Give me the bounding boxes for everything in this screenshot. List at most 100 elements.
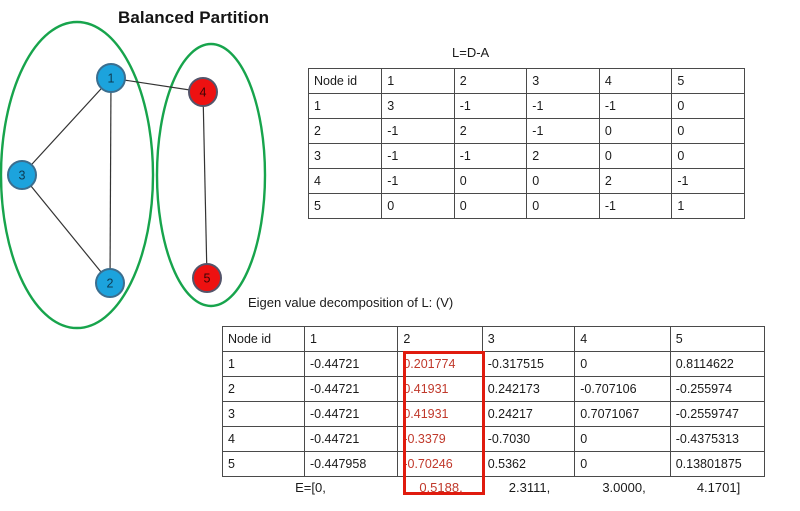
column-header: Node id bbox=[222, 326, 305, 352]
row-header-cell: 4 bbox=[307, 168, 383, 194]
table-cell: 0 bbox=[598, 118, 673, 144]
eigen-decomposition-caption: Eigen value decomposition of L: (V) bbox=[248, 295, 454, 310]
table-cell: 0 bbox=[598, 143, 673, 169]
graph-edge-2-3 bbox=[21, 174, 111, 284]
table-row: 3 -0.44721 0.41931 0.24217 0.7071067 -0.25597… bbox=[222, 401, 766, 427]
table-cell: -0.317515 bbox=[481, 351, 576, 377]
table-cell: -1 bbox=[598, 93, 673, 119]
table-cell: 0 bbox=[453, 193, 528, 219]
table-row: 4 -0.44721 -0.3379 -0.7030 0 -0.4375313 bbox=[222, 426, 766, 452]
table-cell: -0.2559747 bbox=[669, 401, 766, 427]
table-row: 2 -0.44721 0.41931 0.242173 -0.707106 -0.2559… bbox=[222, 376, 766, 402]
eigenvalue-cell-3: 3.0000, bbox=[602, 479, 646, 495]
graph-node-label-3: 3 bbox=[19, 169, 26, 183]
row-header-cell: 4 bbox=[222, 426, 305, 452]
eigenvalue-cell-2: 2.3111, bbox=[508, 479, 551, 495]
column-header: 3 bbox=[481, 326, 576, 352]
row-header-cell: 2 bbox=[222, 376, 305, 402]
row-header-cell: 3 bbox=[307, 143, 383, 169]
table-cell: 0 bbox=[453, 168, 528, 194]
graph-node-label-1: 1 bbox=[108, 72, 115, 86]
table-cell: -0.7030 bbox=[481, 426, 576, 452]
table-cell: -1 bbox=[381, 143, 455, 169]
table-cell: -0.44721 bbox=[303, 376, 399, 402]
table-row: 1 3 -1 -1 -1 0 bbox=[307, 93, 745, 119]
graph-node-label-2: 2 bbox=[107, 277, 114, 291]
table-header-row: Node id 1 2 3 4 5 bbox=[307, 68, 745, 94]
table-cell: -0.44721 bbox=[303, 401, 399, 427]
partition-diagram: 1 2 3 4 5 bbox=[0, 0, 290, 335]
table-cell: -0.44721 bbox=[303, 351, 399, 377]
table-row: 5 0 0 0 -1 1 bbox=[307, 193, 745, 219]
table-cell: -1 bbox=[453, 143, 528, 169]
graph-node-2[interactable]: 2 bbox=[95, 268, 125, 298]
table-cell: -1 bbox=[671, 168, 745, 194]
table-cell: -1 bbox=[381, 168, 455, 194]
table-row: 2 -1 2 -1 0 0 bbox=[307, 118, 745, 144]
table-cell: -1 bbox=[598, 193, 673, 219]
eigenvector-matrix-table: Node id 1 2 3 4 5 1 -0.44721 0.201774 -0.317515 0 0… bbox=[222, 326, 766, 477]
graph-edge-4-5 bbox=[202, 91, 208, 279]
table-cell: -0.255974 bbox=[669, 376, 766, 402]
graph-node-label-5: 5 bbox=[204, 272, 211, 286]
table-cell: 0 bbox=[574, 351, 671, 377]
row-header-cell: 1 bbox=[307, 93, 383, 119]
graph-edge-group bbox=[21, 77, 208, 284]
table-cell: 0 bbox=[671, 118, 745, 144]
column-header: 2 bbox=[397, 326, 483, 352]
table-cell: 2 bbox=[526, 143, 600, 169]
row-header-cell: 5 bbox=[307, 193, 383, 219]
graph-node-group: 1 2 3 4 5 bbox=[7, 63, 222, 298]
column-header: 4 bbox=[598, 68, 673, 94]
table-cell: 0 bbox=[526, 193, 600, 219]
table-row: 1 -0.44721 0.201774 -0.317515 0 0.8114622 bbox=[222, 351, 766, 377]
table-cell: 0.41931 bbox=[397, 401, 483, 427]
eigenvalue-cell-1: 0.5188, bbox=[419, 479, 463, 495]
page-title: Balanced Partition bbox=[118, 8, 270, 27]
graph-canvas: 1 2 3 4 5 bbox=[0, 20, 267, 330]
table-row: 4 -1 0 0 2 -1 bbox=[307, 168, 745, 194]
table-cell: 0 bbox=[671, 143, 745, 169]
table-cell: 0 bbox=[526, 168, 600, 194]
column-header: 4 bbox=[574, 326, 671, 352]
column-header: 5 bbox=[669, 326, 766, 352]
table-cell: 0.242173 bbox=[481, 376, 576, 402]
table-cell: 0.24217 bbox=[481, 401, 576, 427]
eigenvalue-list: E=[0, 0.5188, 2.3111, 3.0000, 4.1701] bbox=[222, 472, 765, 502]
table-cell: -1 bbox=[526, 118, 600, 144]
graph-edge-1-2 bbox=[109, 77, 112, 284]
table-cell: 0.201774 bbox=[397, 351, 483, 377]
table-cell: 0 bbox=[381, 193, 455, 219]
table-cell: 2 bbox=[598, 168, 673, 194]
partition-ellipse-group bbox=[0, 20, 267, 330]
column-header: 5 bbox=[671, 68, 745, 94]
table-cell: -0.3379 bbox=[397, 426, 483, 452]
column-header: Node id bbox=[307, 68, 383, 94]
table-row: 3 -1 -1 2 0 0 bbox=[307, 143, 745, 169]
column-header: 1 bbox=[381, 68, 455, 94]
table-cell: 0.8114622 bbox=[669, 351, 766, 377]
table-cell: -0.707106 bbox=[574, 376, 671, 402]
laplacian-matrix-table: Node id 1 2 3 4 5 1 3 -1 -1 -1 0 2 -1 2 -1 0 0 3 -1 -1 2 0 0 4 -1… bbox=[307, 68, 745, 219]
laplacian-caption: L=D-A bbox=[452, 45, 490, 60]
table-header-row: Node id 1 2 3 4 5 bbox=[222, 326, 766, 352]
graph-node-1[interactable]: 1 bbox=[96, 63, 126, 93]
graph-node-3[interactable]: 3 bbox=[7, 160, 37, 190]
eigenvalue-cell-4: 4.1701] bbox=[696, 479, 741, 495]
table-cell: 3 bbox=[381, 93, 455, 119]
table-cell: 0 bbox=[671, 93, 745, 119]
row-header-cell: 3 bbox=[222, 401, 305, 427]
column-header: 3 bbox=[526, 68, 600, 94]
column-header: 1 bbox=[303, 326, 399, 352]
table-cell: -0.44721 bbox=[303, 426, 399, 452]
table-cell: -1 bbox=[381, 118, 455, 144]
table-cell: -1 bbox=[453, 93, 528, 119]
graph-node-label-4: 4 bbox=[200, 86, 207, 100]
graph-node-5[interactable]: 5 bbox=[192, 263, 222, 293]
eigenvalue-cell-0: E=[0, bbox=[295, 479, 326, 495]
graph-edge-1-3 bbox=[21, 77, 112, 176]
graph-node-4[interactable]: 4 bbox=[188, 77, 218, 107]
column-header: 2 bbox=[453, 68, 528, 94]
table-cell: 0.41931 bbox=[397, 376, 483, 402]
table-cell: 2 bbox=[453, 118, 528, 144]
